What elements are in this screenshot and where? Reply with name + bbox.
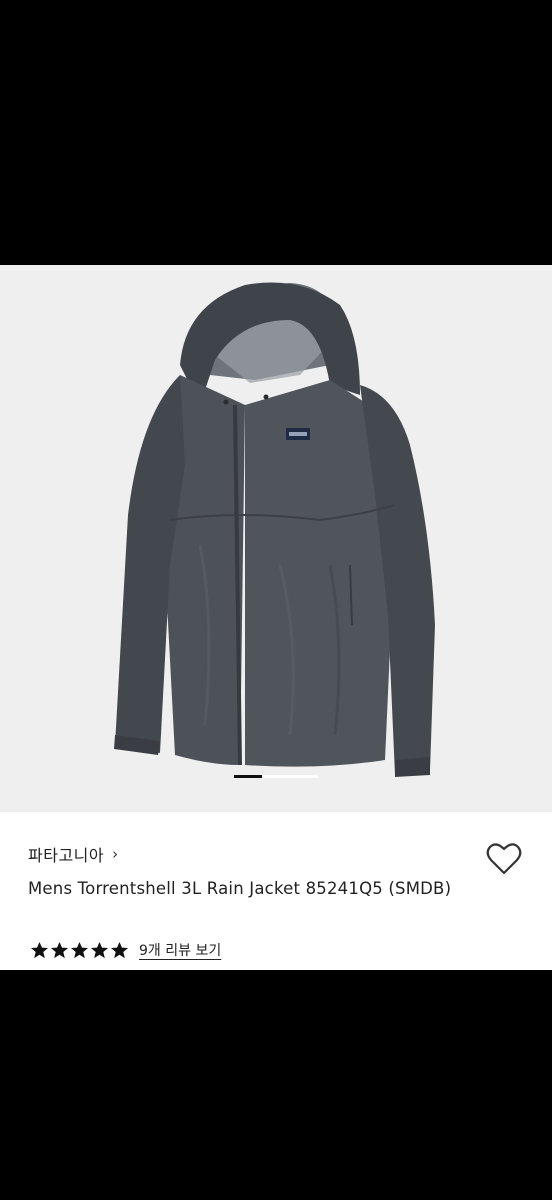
pager-dot-active[interactable] (234, 775, 262, 778)
star-filled-icon (50, 941, 69, 958)
pager-dot[interactable] (290, 775, 318, 778)
star-filled-icon (110, 941, 129, 958)
rating-stars (30, 941, 129, 960)
review-link[interactable]: 9개 리뷰 보기 (139, 940, 221, 960)
product-info-panel: 파타고니아 › Mens Torrentshell 3L Rain Jacket… (0, 812, 552, 970)
star-filled-icon (70, 941, 89, 958)
jacket-illustration (114, 282, 435, 777)
star-filled-icon (90, 941, 109, 958)
brand-name: 파타고니아 (28, 846, 105, 865)
chevron-right-icon: › (112, 845, 119, 863)
bottom-black-area (0, 970, 552, 1200)
product-title: Mens Torrentshell 3L Rain Jacket 85241Q5… (28, 879, 452, 898)
brand-link[interactable]: 파타고니아 › (28, 842, 119, 866)
rating-row: 9개 리뷰 보기 (30, 940, 221, 960)
heart-outline-icon[interactable] (486, 842, 522, 876)
product-image[interactable] (0, 265, 552, 812)
gallery-pager (0, 775, 552, 779)
top-black-area (0, 0, 552, 265)
pager-dot[interactable] (262, 775, 290, 778)
star-filled-icon (30, 941, 49, 958)
